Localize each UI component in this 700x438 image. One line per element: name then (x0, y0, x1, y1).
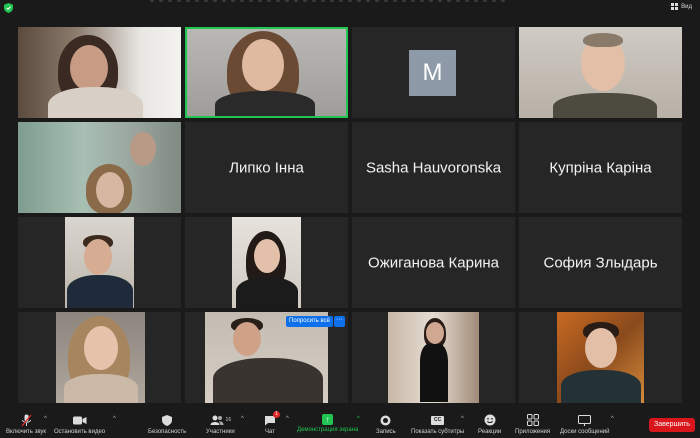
participant-name: София Злыдарь (543, 254, 658, 271)
closed-captions-icon: CC (431, 413, 445, 427)
meeting-toolbar: Включить звук ^ Остановить видео ^ Безоп… (0, 410, 700, 438)
whiteboards-button[interactable]: Доски сообщений (560, 413, 610, 435)
participant-video-tile[interactable] (18, 217, 181, 308)
unmute-label: Включить звук (6, 429, 47, 435)
participants-button[interactable]: 16 Участники (206, 413, 235, 435)
participant-name-tile[interactable]: Sasha Hauvoronska (352, 122, 515, 213)
participants-label: Участники (206, 429, 235, 435)
stop-video-button[interactable]: Остановить видео (54, 413, 105, 435)
view-button-label: Вид (681, 3, 692, 10)
participant-video-tile[interactable] (352, 312, 515, 403)
video-feed (388, 312, 479, 403)
unmute-button[interactable]: Включить звук (6, 413, 46, 435)
whiteboards-label: Доски сообщений (560, 429, 610, 435)
stop-video-label: Остановить видео (54, 429, 106, 435)
show-captions-label: Показать субтитры (411, 429, 465, 435)
smiley-reaction-icon (484, 413, 496, 427)
participant-video-tile[interactable] (18, 122, 181, 213)
participant-avatar-tile[interactable]: M (352, 27, 515, 118)
participant-name-tile[interactable]: Ожиганова Карина (352, 217, 515, 308)
video-feed (519, 27, 682, 118)
video-feed (18, 27, 181, 118)
video-feed (557, 312, 644, 403)
share-screen-button[interactable]: ↑ Демонстрация экрана (297, 413, 358, 433)
video-feed (56, 312, 145, 403)
security-label: Безопасность (148, 429, 187, 435)
participants-options-chevron-icon[interactable]: ^ (241, 416, 244, 422)
chat-label: Чат (265, 429, 275, 435)
view-button[interactable]: Вид (671, 3, 692, 10)
participant-video-tile[interactable] (519, 312, 682, 403)
end-meeting-button[interactable]: Завершить (649, 418, 695, 432)
video-options-chevron-icon[interactable]: ^ (113, 416, 116, 422)
participant-video-tile-active-speaker[interactable] (185, 27, 348, 118)
participant-video-tile[interactable] (18, 27, 181, 118)
video-feed (65, 217, 134, 308)
whiteboards-options-chevron-icon[interactable]: ^ (611, 416, 614, 422)
more-options-button[interactable]: ··· (334, 316, 345, 327)
security-shield-icon (162, 413, 173, 427)
apps-label: Приложения (515, 429, 551, 435)
video-camera-icon (72, 413, 87, 427)
chat-options-chevron-icon[interactable]: ^ (286, 416, 289, 422)
participant-name: Sasha Hauvoronska (365, 159, 502, 176)
participant-name: Липко Інна (229, 159, 304, 176)
ask-all-unmute-button[interactable]: Попросить всё (286, 316, 333, 327)
participant-name-tile[interactable]: София Злыдарь (519, 217, 682, 308)
encryption-shield-icon[interactable] (4, 3, 13, 13)
chat-unread-badge: 1 (273, 411, 280, 418)
reactions-label: Реакции (478, 429, 502, 435)
record-icon (380, 413, 391, 427)
participants-count: 16 (225, 417, 232, 423)
apps-button[interactable]: Приложения (515, 413, 550, 435)
reactions-button[interactable]: Реакции (478, 413, 501, 435)
grid-view-icon (671, 3, 679, 10)
apps-grid-icon (526, 413, 539, 427)
participant-name-tile[interactable]: Купріна Каріна (519, 122, 682, 213)
record-button[interactable]: Запись (376, 413, 396, 435)
participant-name: Купріна Каріна (549, 159, 652, 176)
participant-name-tile[interactable]: Липко Інна (185, 122, 348, 213)
video-feed (18, 122, 181, 213)
captions-options-chevron-icon[interactable]: ^ (461, 416, 464, 422)
participant-video-tile[interactable] (185, 217, 348, 308)
top-drag-handle (150, 0, 530, 3)
participant-video-tile[interactable] (519, 27, 682, 118)
zoom-meeting-window: Вид M Липко Інна Sasha Hauvoronska Купрі… (0, 0, 700, 438)
participants-icon: 16 (210, 413, 232, 427)
video-feed (187, 29, 346, 116)
share-options-chevron-icon[interactable]: ^ (357, 416, 360, 422)
show-captions-button[interactable]: CC Показать субтитры (411, 413, 464, 435)
chat-bubble-icon: 1 (264, 411, 280, 427)
chat-button[interactable]: 1 Чат (264, 411, 280, 435)
top-bar: Вид (0, 0, 700, 16)
share-screen-label: Демонстрация экрана (297, 427, 359, 433)
video-gallery: M Липко Інна Sasha Hauvoronska Купріна К… (18, 27, 682, 405)
participant-avatar: M (409, 50, 456, 96)
audio-options-chevron-icon[interactable]: ^ (44, 416, 47, 422)
participant-video-tile[interactable] (18, 312, 181, 403)
share-screen-arrow-icon: ↑ (322, 414, 334, 425)
video-feed (232, 217, 301, 308)
whiteboard-icon (578, 413, 592, 427)
record-label: Запись (376, 429, 396, 435)
participant-name: Ожиганова Карина (368, 254, 499, 271)
security-button[interactable]: Безопасность (148, 413, 186, 435)
muted-microphone-icon (20, 413, 32, 427)
